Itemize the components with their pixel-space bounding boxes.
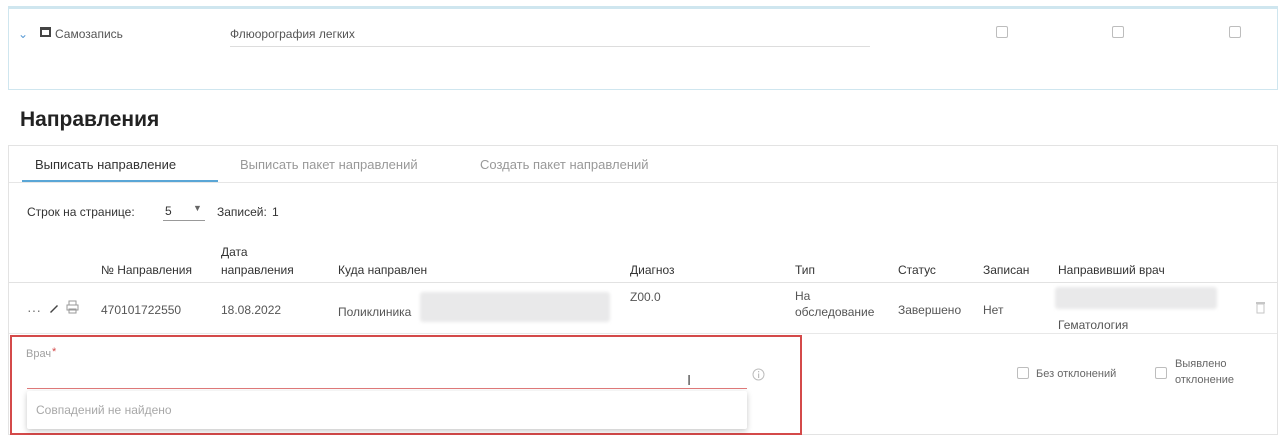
col-header-destination[interactable]: Куда направлен xyxy=(338,263,427,277)
no-match-message: Совпадений не найдено xyxy=(36,403,172,417)
rows-per-page-select[interactable]: 5 xyxy=(165,204,172,218)
col-header-doctor[interactable]: Направивший врач xyxy=(1058,263,1165,277)
records-count: 1 xyxy=(272,205,279,219)
info-icon[interactable] xyxy=(752,368,765,381)
col-header-booked[interactable]: Записан xyxy=(983,263,1029,277)
trash-icon[interactable] xyxy=(1255,301,1266,314)
direction-type-line2: обследование xyxy=(795,305,875,319)
service-name: Флюорография легких xyxy=(230,27,355,41)
doctor-specialty: Гематология xyxy=(1058,318,1129,332)
col-header-status[interactable]: Статус xyxy=(898,263,936,277)
doctor-input-underline[interactable] xyxy=(27,388,747,389)
print-icon[interactable] xyxy=(66,300,79,314)
direction-diagnosis: Z00.0 xyxy=(630,290,661,304)
row-divider xyxy=(9,333,1277,334)
self-record-panel xyxy=(8,6,1278,90)
active-tab-indicator xyxy=(22,180,218,182)
chevron-down-icon[interactable]: ⌄ xyxy=(18,27,28,41)
direction-booked: Нет xyxy=(983,303,1004,317)
service-underline xyxy=(230,46,870,47)
deviation-found-label-line1: Выявлено xyxy=(1175,358,1227,370)
tab-issue-direction[interactable]: Выписать направление xyxy=(35,157,176,172)
direction-destination: Поликлиника xyxy=(338,305,412,319)
no-deviation-label: Без отклонений xyxy=(1036,368,1117,380)
deviation-found-label-line2: отклонение xyxy=(1175,374,1235,386)
col-header-date-line2[interactable]: направления xyxy=(221,263,294,277)
top-checkbox-2[interactable] xyxy=(1112,26,1124,38)
edit-icon[interactable] xyxy=(48,302,60,314)
col-header-date-line1[interactable]: Дата xyxy=(221,245,248,259)
no-deviation-checkbox[interactable] xyxy=(1017,367,1029,379)
redacted-destination xyxy=(420,292,610,322)
col-header-number[interactable]: № Направления xyxy=(101,263,192,277)
redacted-doctor-name xyxy=(1055,287,1217,309)
doctor-field-label: Врач xyxy=(26,348,52,360)
tab-create-direction-package[interactable]: Создать пакет направлений xyxy=(480,157,649,172)
direction-number: 470101722550 xyxy=(101,303,182,317)
records-label: Записей: xyxy=(217,205,267,219)
section-title: Направления xyxy=(20,108,160,131)
tab-issue-direction-package[interactable]: Выписать пакет направлений xyxy=(240,157,418,172)
col-header-diagnosis[interactable]: Диагноз xyxy=(630,263,675,277)
calendar-icon xyxy=(40,27,51,37)
record-type-label: Самозапись xyxy=(55,27,123,41)
deviation-found-checkbox[interactable] xyxy=(1155,367,1167,379)
top-checkbox-1[interactable] xyxy=(996,26,1008,38)
doctor-suggestions-dropdown: Совпадений не найдено xyxy=(27,391,747,429)
required-mark: * xyxy=(52,346,57,358)
rows-select-underline xyxy=(163,220,205,221)
direction-type-line1: На xyxy=(795,289,811,303)
rows-per-page-label: Строк на странице: xyxy=(27,205,135,219)
direction-status: Завершено xyxy=(898,303,962,317)
select-arrow-icon[interactable]: ▼ xyxy=(193,203,202,213)
text-cursor-icon: I xyxy=(687,372,692,389)
tabs-divider xyxy=(9,182,1277,183)
direction-date: 18.08.2022 xyxy=(221,303,282,317)
top-checkbox-3[interactable] xyxy=(1229,26,1241,38)
col-header-type[interactable]: Тип xyxy=(795,263,815,277)
more-actions-icon[interactable]: ··· xyxy=(27,302,41,318)
